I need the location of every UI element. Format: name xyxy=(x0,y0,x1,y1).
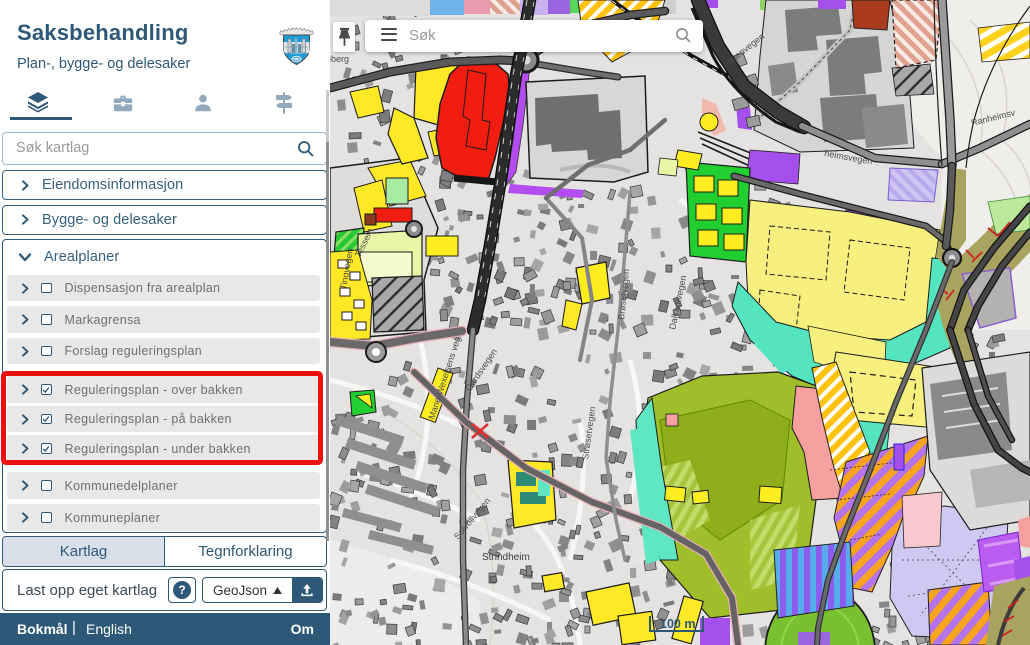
svg-text:Nidar: Nidar xyxy=(576,114,601,125)
svg-text:eberg: eberg xyxy=(330,54,349,64)
svg-text:100 m: 100 m xyxy=(660,617,695,631)
svg-text:Strindheim: Strindheim xyxy=(482,552,530,563)
